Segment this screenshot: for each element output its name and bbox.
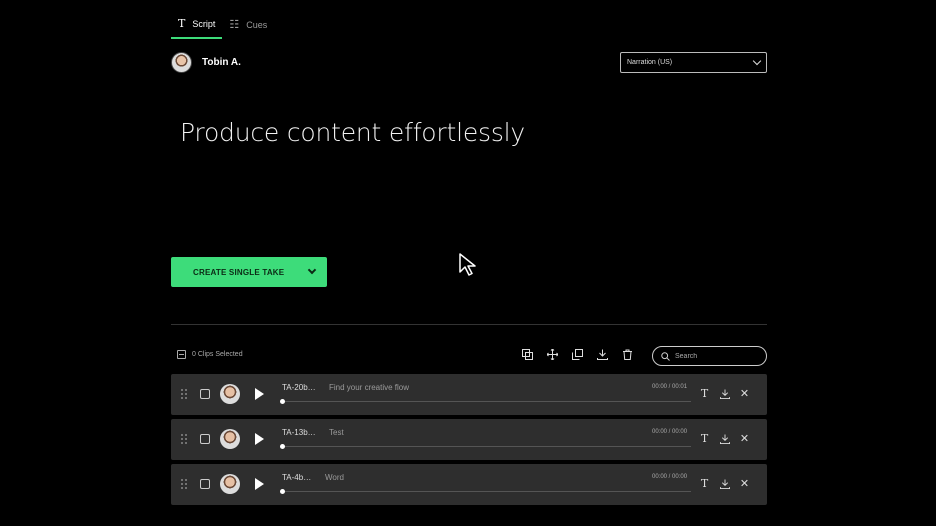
trash-icon [623, 349, 632, 360]
progress-knob[interactable] [280, 399, 285, 404]
tab-bar: T Script ☷ Cues [171, 10, 274, 40]
close-icon[interactable]: ✕ [739, 477, 750, 490]
create-options-dropdown[interactable] [297, 257, 327, 287]
search-input[interactable] [675, 352, 765, 360]
move-icon [547, 349, 558, 360]
tab-script-label: Script [192, 18, 216, 29]
download-all-button[interactable] [595, 347, 610, 362]
clip-checkbox[interactable] [200, 479, 210, 489]
copy-button[interactable] [570, 347, 585, 362]
download-icon [719, 388, 730, 399]
close-icon[interactable]: ✕ [739, 432, 750, 445]
avatar [171, 52, 192, 73]
row-actions: T ✕ [699, 387, 750, 400]
clips-selection: 0 Clips Selected [177, 350, 243, 359]
tab-cues-label: Cues [246, 19, 268, 30]
progress-track[interactable] [282, 401, 691, 402]
clips-toolbar [520, 347, 635, 362]
progress-knob[interactable] [280, 489, 285, 494]
cues-icon: ☷ [229, 18, 240, 31]
take-id: TA-13b… [282, 428, 316, 437]
search-icon [661, 351, 670, 361]
drag-handle-icon[interactable] [181, 434, 187, 444]
play-icon[interactable] [255, 433, 264, 445]
text-icon[interactable]: T [699, 432, 710, 445]
tab-script[interactable]: T Script [171, 10, 223, 39]
clip-row: TA-4b… Word 00:00 / 00:00 T ✕ [171, 464, 767, 505]
progress-track[interactable] [282, 491, 691, 492]
take-text: Test [329, 428, 344, 437]
play-icon[interactable] [255, 478, 264, 490]
download-button[interactable] [719, 477, 730, 490]
tab-cues[interactable]: ☷ Cues [222, 10, 274, 39]
create-single-take-label: CREATE SINGLE TAKE [193, 267, 285, 277]
clips-selected-label: 0 Clips Selected [192, 351, 243, 358]
chevron-down-icon [307, 265, 317, 275]
section-divider [171, 324, 767, 325]
download-icon [719, 478, 730, 489]
close-icon[interactable]: ✕ [739, 387, 750, 400]
script-editor[interactable]: Produce content effortlessly [180, 118, 525, 147]
take-id: TA-4b… [282, 473, 312, 482]
delete-button[interactable] [620, 347, 635, 362]
duplicate-icon [522, 349, 533, 360]
download-icon [597, 349, 608, 360]
download-button[interactable] [719, 387, 730, 400]
row-actions: T ✕ [699, 432, 750, 445]
select-all-checkbox[interactable] [177, 350, 186, 359]
text-icon[interactable]: T [699, 477, 710, 490]
duplicate-button[interactable] [520, 347, 535, 362]
search-box [652, 346, 767, 366]
chevron-down-icon [752, 56, 762, 66]
mouse-cursor-icon [459, 253, 476, 276]
take-id: TA-20b… [282, 383, 316, 392]
progress-knob[interactable] [280, 444, 285, 449]
voice-select[interactable]: Narration (US) [620, 52, 767, 73]
user-name: Tobin A. [202, 57, 241, 68]
text-icon[interactable]: T [699, 387, 710, 400]
clip-row: TA-20b… Find your creative flow 00:00 / … [171, 374, 767, 415]
clip-checkbox[interactable] [200, 389, 210, 399]
clip-row: TA-13b… Test 00:00 / 00:00 T ✕ [171, 419, 767, 460]
clip-checkbox[interactable] [200, 434, 210, 444]
download-button[interactable] [719, 432, 730, 445]
take-time: 00:00 / 00:01 [652, 384, 688, 390]
user-info: Tobin A. [171, 52, 241, 73]
avatar [220, 474, 240, 494]
voice-select-value: Narration (US) [627, 59, 673, 66]
avatar [220, 384, 240, 404]
move-button[interactable] [545, 347, 560, 362]
take-text: Word [325, 473, 344, 482]
play-icon[interactable] [255, 388, 264, 400]
take-time: 00:00 / 00:00 [652, 429, 688, 435]
row-actions: T ✕ [699, 477, 750, 490]
copy-icon [572, 349, 583, 360]
script-icon: T [178, 17, 186, 30]
drag-handle-icon[interactable] [181, 479, 187, 489]
create-single-take-button[interactable]: CREATE SINGLE TAKE [171, 257, 327, 287]
take-time: 00:00 / 00:00 [652, 474, 688, 480]
progress-track[interactable] [282, 446, 691, 447]
avatar [220, 429, 240, 449]
download-icon [719, 433, 730, 444]
drag-handle-icon[interactable] [181, 389, 187, 399]
take-text: Find your creative flow [329, 383, 410, 392]
